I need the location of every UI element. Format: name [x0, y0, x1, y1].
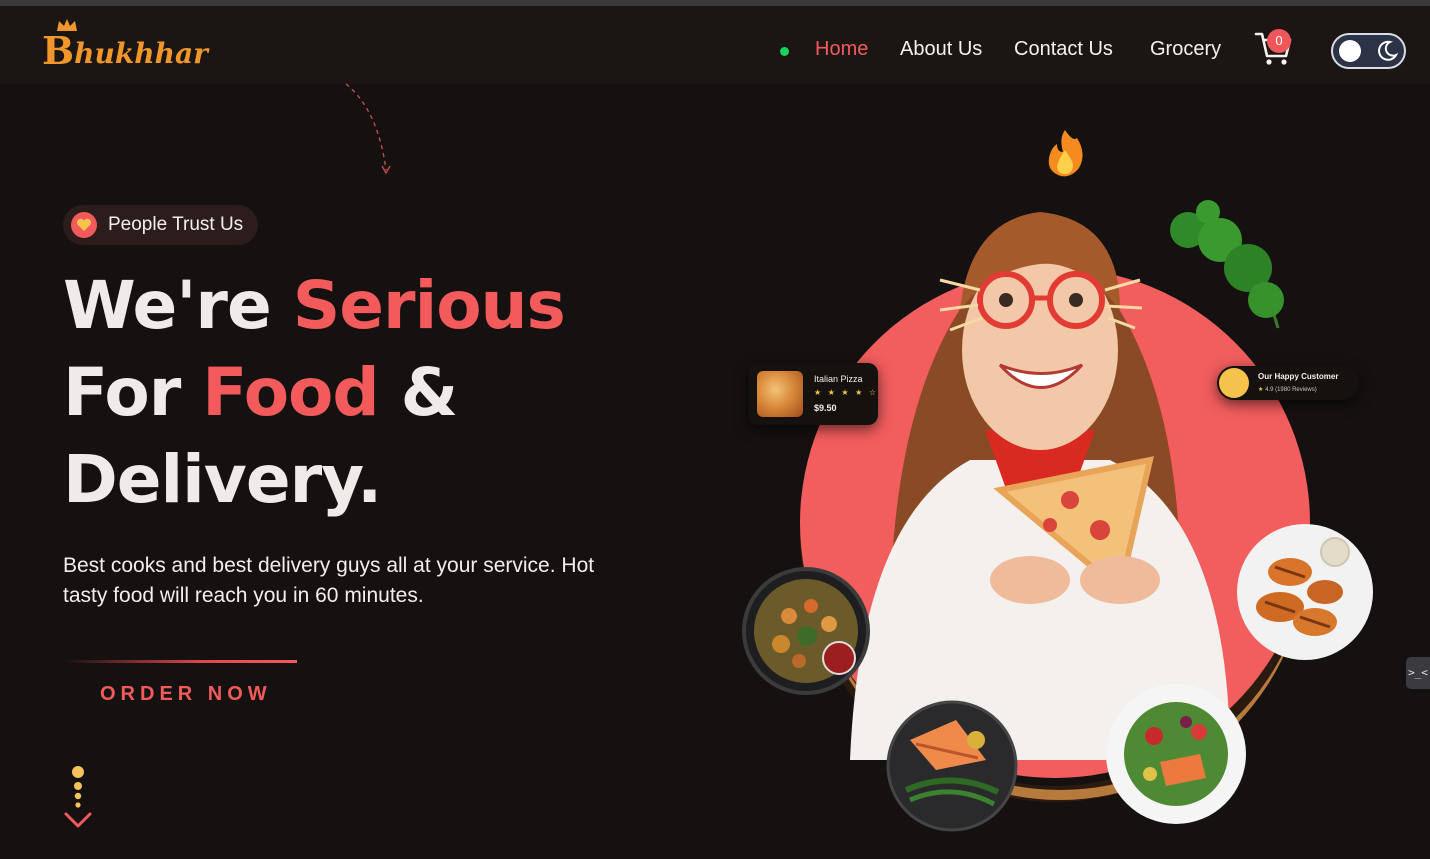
- toggle-knob: [1339, 40, 1361, 62]
- headline-accent-serious: Serious: [292, 267, 566, 344]
- pizza-card-price: $9.50: [814, 403, 837, 413]
- moon-icon: [1378, 40, 1399, 61]
- pizza-card-title: Italian Pizza: [814, 374, 863, 384]
- headline-line1-plain: We're: [63, 267, 293, 344]
- logo-text: hukhhar: [74, 37, 208, 70]
- trust-badge-label: People Trust Us: [108, 214, 244, 235]
- grilled-chicken-plate-image: [1237, 524, 1373, 660]
- hero-headline: We're Serious For Food & Delivery.: [63, 262, 683, 523]
- crown-icon: [57, 19, 77, 31]
- customer-card-title: Our Happy Customer: [1258, 372, 1339, 381]
- salmon-salad-plate-image: [1106, 684, 1246, 824]
- hero-subtext: Best cooks and best delivery guys all at…: [63, 554, 595, 607]
- nav-link-about-us[interactable]: About Us: [900, 38, 982, 61]
- logo-letter: B: [42, 28, 75, 73]
- customer-rating-value: 4.9: [1265, 387, 1274, 393]
- trust-badge: People Trust Us: [63, 205, 258, 245]
- customer-review-count: (1980 Reviews): [1275, 387, 1317, 393]
- side-widget-tab[interactable]: >_<: [1406, 657, 1430, 689]
- nav-link-grocery[interactable]: Grocery: [1150, 38, 1221, 61]
- fire-icon: [1048, 130, 1083, 177]
- chickpea-salad-plate-image: [742, 567, 870, 695]
- decorative-dashed-arrow: [345, 83, 391, 175]
- italian-pizza-card[interactable]: Italian Pizza ★ ★ ★ ★ ☆ $9.50: [748, 363, 878, 425]
- theme-toggle[interactable]: [1331, 33, 1406, 69]
- heart-icon: [71, 212, 97, 238]
- order-now-button[interactable]: ORDER NOW: [100, 683, 272, 706]
- scroll-down-indicator-icon[interactable]: [62, 762, 94, 832]
- customer-avatar: [1219, 368, 1249, 398]
- pizza-thumbnail-image: [757, 371, 803, 417]
- star-icon: ★: [1258, 387, 1264, 393]
- salmon-greens-plate-image: [886, 700, 1018, 832]
- happy-customer-card: Our Happy Customer ★ 4.9 (1980 Reviews): [1217, 366, 1359, 400]
- brand-logo[interactable]: B hukhhar: [42, 19, 208, 73]
- headline-line2-tail: &: [378, 354, 459, 431]
- online-indicator-dot: [780, 47, 789, 56]
- cilantro-garnish-image: [1170, 200, 1284, 329]
- headline-line3: Delivery.: [63, 441, 382, 518]
- headline-accent-food: Food: [202, 354, 379, 431]
- nav-link-contact-us[interactable]: Contact Us: [1014, 38, 1113, 61]
- navbar: B hukhhar Home About Us Contact Us Groce…: [0, 6, 1430, 84]
- cta-underline: [63, 660, 297, 663]
- nav-link-home[interactable]: Home: [815, 38, 868, 61]
- cart-count-badge: 0: [1267, 29, 1291, 53]
- customer-rating: ★ 4.9 (1980 Reviews): [1258, 386, 1317, 393]
- star-rating-icon: ★ ★ ★ ★ ☆: [814, 388, 879, 397]
- headline-line2-plain: For: [63, 354, 203, 431]
